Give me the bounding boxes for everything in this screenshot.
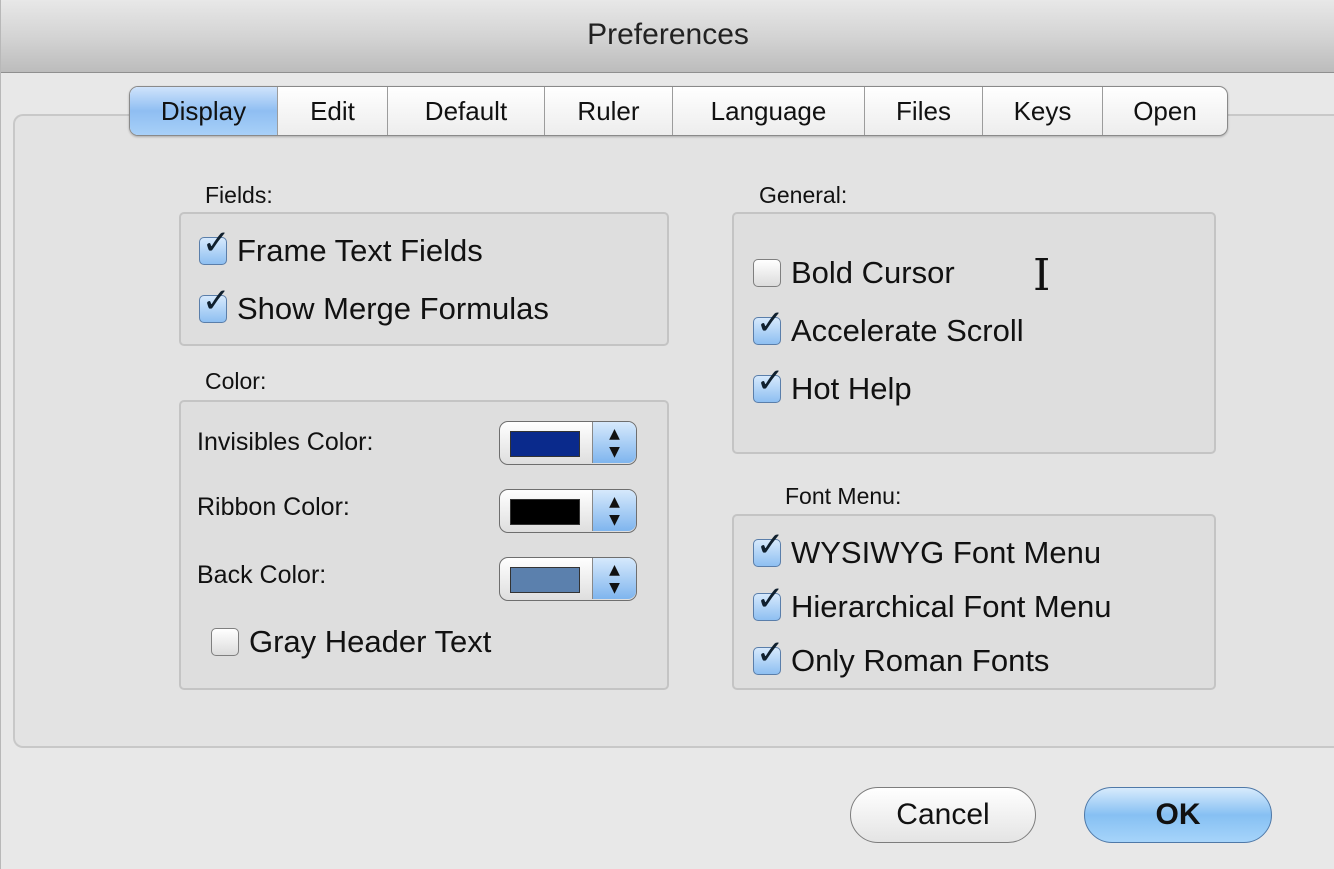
checkbox-label: Hierarchical Font Menu bbox=[791, 589, 1112, 624]
up-down-arrows-icon: ▲ ▼ bbox=[592, 490, 636, 531]
frame-text-fields-checkbox[interactable]: ✓ Frame Text Fields bbox=[199, 226, 483, 269]
tab-bar: Display Edit Default Ruler Language File… bbox=[129, 86, 1228, 136]
checkbox-label: Hot Help bbox=[791, 371, 912, 406]
invisibles-color-label: Invisibles Color: bbox=[197, 428, 374, 456]
checkbox-box: ✓ bbox=[753, 582, 785, 621]
color-swatch bbox=[510, 499, 580, 525]
text-cursor-icon: I bbox=[1033, 250, 1051, 301]
checkbox-box: ✓ bbox=[199, 226, 231, 265]
tab-keys[interactable]: Keys bbox=[983, 87, 1103, 135]
gray-header-text-checkbox[interactable]: Gray Header Text bbox=[211, 624, 491, 660]
checkbox-label: Frame Text Fields bbox=[237, 233, 483, 268]
color-swatch bbox=[510, 431, 580, 457]
show-merge-formulas-checkbox[interactable]: ✓ Show Merge Formulas bbox=[199, 284, 549, 327]
checkmark-icon: ✓ bbox=[202, 223, 231, 263]
checkbox-box: ✓ bbox=[753, 528, 785, 567]
bold-cursor-checkbox[interactable]: Bold Cursor bbox=[753, 255, 955, 291]
hierarchical-font-menu-checkbox[interactable]: ✓ Hierarchical Font Menu bbox=[753, 582, 1112, 625]
back-color-label: Back Color: bbox=[197, 561, 327, 589]
tab-default[interactable]: Default bbox=[388, 87, 545, 135]
title-bar[interactable]: Preferences bbox=[1, 0, 1334, 73]
hot-help-checkbox[interactable]: ✓ Hot Help bbox=[753, 364, 912, 407]
checkbox-label: Bold Cursor bbox=[791, 255, 955, 290]
checkbox-label: Show Merge Formulas bbox=[237, 291, 549, 326]
checkbox-label: WYSIWYG Font Menu bbox=[791, 535, 1102, 570]
checkmark-icon: ✓ bbox=[202, 281, 231, 321]
color-group-label: Color: bbox=[205, 368, 267, 394]
tab-edit[interactable]: Edit bbox=[278, 87, 388, 135]
general-group-label: General: bbox=[759, 182, 848, 208]
checkbox-box bbox=[753, 259, 781, 287]
accelerate-scroll-checkbox[interactable]: ✓ Accelerate Scroll bbox=[753, 306, 1024, 349]
checkbox-box: ✓ bbox=[199, 284, 231, 323]
checkmark-icon: ✓ bbox=[756, 579, 785, 619]
checkmark-icon: ✓ bbox=[756, 361, 785, 401]
checkbox-box bbox=[211, 628, 239, 656]
preferences-window: Preferences Display Edit Default Ruler L… bbox=[0, 0, 1334, 869]
up-down-arrows-icon: ▲ ▼ bbox=[592, 422, 636, 463]
ribbon-color-label: Ribbon Color: bbox=[197, 493, 350, 521]
checkbox-box: ✓ bbox=[753, 364, 785, 403]
tab-open[interactable]: Open bbox=[1103, 87, 1227, 135]
checkmark-icon: ✓ bbox=[756, 633, 785, 673]
checkbox-label: Accelerate Scroll bbox=[791, 313, 1024, 348]
wysiwyg-font-menu-checkbox[interactable]: ✓ WYSIWYG Font Menu bbox=[753, 528, 1102, 571]
tab-display[interactable]: Display bbox=[130, 87, 278, 135]
checkmark-icon: ✓ bbox=[756, 303, 785, 343]
invisibles-color-popup[interactable]: ▲ ▼ bbox=[499, 421, 637, 465]
tab-ruler[interactable]: Ruler bbox=[545, 87, 673, 135]
up-down-arrows-icon: ▲ ▼ bbox=[592, 558, 636, 599]
checkbox-label: Only Roman Fonts bbox=[791, 643, 1050, 678]
fields-group-label: Fields: bbox=[205, 182, 273, 208]
back-color-popup[interactable]: ▲ ▼ bbox=[499, 557, 637, 601]
checkbox-label: Gray Header Text bbox=[249, 624, 492, 659]
tab-language[interactable]: Language bbox=[673, 87, 865, 135]
window-title: Preferences bbox=[587, 18, 749, 51]
checkbox-box: ✓ bbox=[753, 306, 785, 345]
color-swatch bbox=[510, 567, 580, 593]
ok-button[interactable]: OK bbox=[1084, 787, 1272, 843]
only-roman-fonts-checkbox[interactable]: ✓ Only Roman Fonts bbox=[753, 636, 1050, 679]
ribbon-color-popup[interactable]: ▲ ▼ bbox=[499, 489, 637, 533]
tab-files[interactable]: Files bbox=[865, 87, 983, 135]
font-menu-group-label: Font Menu: bbox=[785, 483, 902, 509]
checkbox-box: ✓ bbox=[753, 636, 785, 675]
checkmark-icon: ✓ bbox=[756, 525, 785, 565]
cancel-button[interactable]: Cancel bbox=[850, 787, 1036, 843]
